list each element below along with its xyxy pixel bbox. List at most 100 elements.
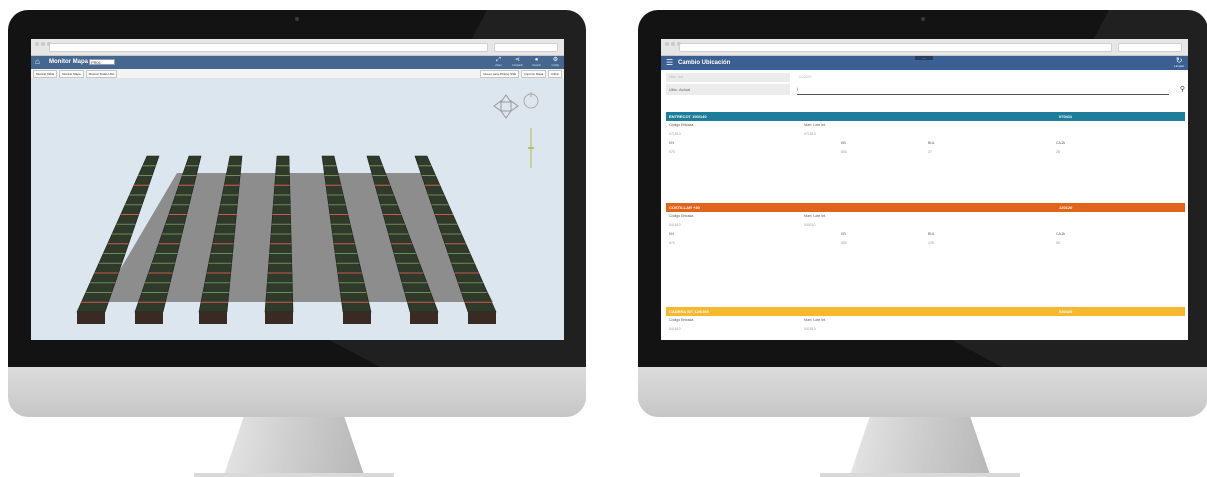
stand-base bbox=[820, 473, 1020, 477]
browser-search-bar[interactable] bbox=[494, 43, 558, 52]
close-dot-icon[interactable] bbox=[665, 42, 669, 46]
stat-value: 850 bbox=[841, 150, 847, 154]
stats-value-row: 570 650 125 55 bbox=[666, 239, 1185, 248]
stat-label: KB bbox=[841, 141, 846, 145]
stats-value-row: 570 850 37 25 bbox=[666, 148, 1185, 157]
minimize-dot-icon[interactable] bbox=[671, 42, 675, 46]
show-table-button[interactable]: Mostrar Tabla bbox=[33, 70, 58, 78]
stat-value: 125 bbox=[928, 241, 934, 245]
warehouse-select[interactable]: PR01 bbox=[89, 59, 115, 65]
share-icon[interactable]: ⋖ Compartir bbox=[512, 57, 523, 68]
current-location-input[interactable]: | bbox=[797, 84, 1169, 95]
lot-number-label: Núm. Lote Int. bbox=[804, 318, 826, 322]
stat-label: KN bbox=[669, 232, 674, 236]
filter-button[interactable]: Filtrar bbox=[548, 70, 562, 78]
camera-icon bbox=[921, 17, 925, 21]
collapse-tab[interactable]: — bbox=[915, 56, 933, 60]
app-header: ☰ Cambio Ubicación — ↻ Limpiar bbox=[661, 56, 1188, 70]
product-card[interactable]: COSTILLAR +20 120120 Código Entrada Núm.… bbox=[666, 203, 1185, 248]
rack-base bbox=[265, 312, 293, 324]
app-header: ⌂ Monitor Mapa PR01 ⤢ Zoom ⋖ Compartir ● Us… bbox=[31, 56, 564, 69]
navigation-control[interactable] bbox=[493, 92, 539, 168]
lot-number-value: 041510 bbox=[804, 327, 816, 331]
stat-value: 55 bbox=[1056, 241, 1060, 245]
monitor-chin bbox=[8, 367, 586, 417]
show-all-locations-button[interactable]: Mostrar Todas Ubic bbox=[85, 70, 118, 78]
product-title: ENTRECOT 100/140 bbox=[669, 114, 707, 119]
rack-base bbox=[135, 312, 163, 324]
location-form: Ubic. Ant. D03000 Ubic. Actual | ⚲ bbox=[661, 70, 1188, 98]
product-code: 030420 bbox=[1059, 309, 1073, 314]
address-bar[interactable] bbox=[679, 43, 1112, 52]
product-title: CADERA S/T 120/160 bbox=[669, 309, 709, 314]
share-label: Compartir bbox=[512, 64, 523, 67]
card-value-row: 071510 071510 bbox=[666, 130, 1185, 139]
show-map-button[interactable]: Mostrar Mapa bbox=[59, 70, 84, 78]
refresh-button[interactable]: ↻ Limpiar bbox=[1174, 57, 1184, 68]
product-card[interactable]: ENTRECOT 100/140 070411 Código Entrada N… bbox=[666, 112, 1185, 157]
home-icon[interactable]: ⌂ bbox=[35, 58, 43, 66]
entry-code-label: Código Entrada bbox=[669, 214, 694, 218]
print-map-button[interactable]: Imprimir Mapa bbox=[521, 70, 547, 78]
rack-base bbox=[77, 312, 105, 324]
stats-label-row: KN KB BUL CAJA bbox=[666, 139, 1185, 148]
stat-label: KN bbox=[669, 141, 674, 145]
pan-left-icon[interactable] bbox=[493, 100, 502, 112]
stat-label: BUL bbox=[928, 141, 935, 145]
warehouse-3d-render[interactable] bbox=[31, 78, 564, 340]
browser-search-bar[interactable] bbox=[1118, 43, 1182, 52]
monitor-stand bbox=[850, 417, 990, 475]
stat-value: 570 bbox=[669, 150, 675, 154]
new-picking-button[interactable]: Nuevo para Picking SSE bbox=[480, 70, 520, 78]
header-icons: ⤢ Zoom ⋖ Compartir ● Usuario ⚙ Config. bbox=[494, 57, 560, 68]
address-bar[interactable] bbox=[49, 43, 488, 52]
monitor-bezel: ⌂ Monitor Mapa PR01 ⤢ Zoom ⋖ Compartir ● Us… bbox=[8, 10, 586, 367]
pan-right-icon[interactable] bbox=[510, 100, 519, 112]
stat-value: 650 bbox=[841, 241, 847, 245]
rack-base bbox=[343, 312, 371, 324]
card-value-row: 041510 040110 bbox=[666, 221, 1185, 230]
card-header: COSTILLAR +20 120120 bbox=[666, 203, 1185, 212]
pan-up-icon[interactable] bbox=[500, 94, 512, 103]
search-icon[interactable]: ⚲ bbox=[1180, 86, 1185, 93]
zoom-label: Zoom bbox=[495, 64, 502, 67]
stat-value: 25 bbox=[1056, 150, 1060, 154]
lot-number-value: 071510 bbox=[804, 132, 816, 136]
card-header: CADERA S/T 120/160 030420 bbox=[666, 307, 1185, 316]
product-title: COSTILLAR +20 bbox=[669, 205, 700, 210]
stat-value: 570 bbox=[669, 241, 675, 245]
rack-base bbox=[199, 312, 227, 324]
app-title: Cambio Ubicación bbox=[678, 60, 731, 66]
rack-base bbox=[468, 312, 496, 324]
close-dot-icon[interactable] bbox=[35, 42, 39, 46]
minimize-dot-icon[interactable] bbox=[41, 42, 45, 46]
menu-icon[interactable]: ☰ bbox=[666, 59, 673, 67]
stat-label: KB bbox=[841, 232, 846, 236]
monitor-chin bbox=[638, 367, 1207, 417]
card-label-row: Código Entrada Núm. Lote Int. bbox=[666, 212, 1185, 221]
lot-number-value: 040110 bbox=[804, 223, 816, 227]
product-card[interactable]: CADERA S/T 120/160 030420 Código Entrada… bbox=[666, 307, 1185, 334]
entry-code-label: Código Entrada bbox=[669, 123, 694, 127]
entry-code-value: 041510 bbox=[669, 223, 681, 227]
entry-code-label: Código Entrada bbox=[669, 318, 694, 322]
rack-base bbox=[410, 312, 438, 324]
settings-icon[interactable]: ⚙ Config. bbox=[551, 57, 560, 68]
stat-label: BUL bbox=[928, 232, 935, 236]
screen: ⌂ Monitor Mapa PR01 ⤢ Zoom ⋖ Compartir ● Us… bbox=[31, 39, 564, 340]
card-label-row: Código Entrada Núm. Lote Int. bbox=[666, 316, 1185, 325]
product-code: 070411 bbox=[1059, 114, 1073, 119]
user-icon[interactable]: ● Usuario bbox=[532, 57, 541, 68]
3d-warehouse-viewport[interactable] bbox=[31, 78, 564, 340]
stat-label: CAJA bbox=[1056, 232, 1065, 236]
lot-number-label: Núm. Lote Int. bbox=[804, 123, 826, 127]
pan-down-icon[interactable] bbox=[500, 110, 512, 119]
previous-location-value: D03000 bbox=[799, 75, 812, 79]
lot-number-label: Núm. Lote Int. bbox=[804, 214, 826, 218]
product-code: 120120 bbox=[1059, 205, 1073, 210]
zoom-icon[interactable]: ⤢ Zoom bbox=[494, 57, 503, 68]
previous-location-label: Ubic. Ant. bbox=[666, 73, 790, 82]
current-location-label: Ubic. Actual bbox=[666, 84, 790, 95]
monitor-stand bbox=[224, 417, 364, 475]
stat-value: 37 bbox=[928, 150, 932, 154]
